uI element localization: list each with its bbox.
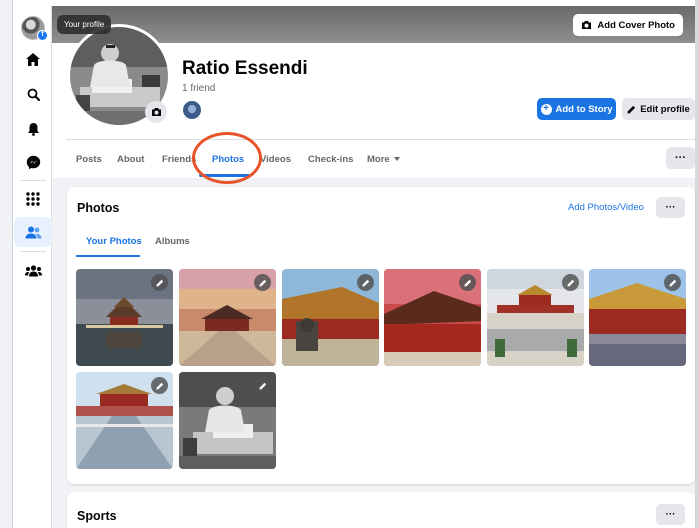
profile-tooltip: Your profile [57,15,112,34]
photo-item[interactable] [179,372,276,469]
tab-more-label: More [367,153,390,165]
facebook-badge-icon: f [37,30,48,41]
caret-down-icon [393,157,400,161]
edit-photo-button[interactable] [254,274,271,291]
photos-card: Photos Add Photos/Video ··· Your Photos … [67,187,695,484]
pencil-icon [155,279,163,287]
tab-check-ins[interactable]: Check-ins [308,140,353,178]
pencil-icon [627,105,636,113]
edit-photo-button[interactable] [151,377,168,394]
messenger-icon [26,155,40,169]
window-right-border [695,0,699,528]
friends-count[interactable]: 1 friend [182,83,215,94]
pencil-icon [258,382,266,390]
photo-item[interactable] [487,269,584,366]
profile-more-options-button[interactable]: ··· [666,147,695,169]
edit-photo-button[interactable] [254,377,271,394]
tab-videos[interactable]: Videos [260,140,291,178]
home-button[interactable] [14,44,52,74]
pencil-icon [463,279,471,287]
bell-icon [27,123,39,136]
pencil-icon [361,279,369,287]
photo-item[interactable] [589,269,686,366]
photos-card-title: Photos [77,201,120,215]
notifications-button[interactable] [14,114,52,144]
add-photos-video-link[interactable]: Add Photos/Video [568,202,644,213]
profile-avatar-button[interactable]: f [14,8,52,44]
menu-button[interactable] [14,184,52,214]
groups-icon [24,265,42,277]
add-cover-photo-label: Add Cover Photo [597,19,675,31]
add-cover-photo-button[interactable]: Add Cover Photo [573,14,683,36]
edit-profile-button[interactable]: Edit profile [622,98,695,120]
sports-card-title: Sports [77,509,117,523]
photo-item[interactable] [282,269,379,366]
photo-item[interactable] [179,269,276,366]
left-nav-rail: f [14,6,52,528]
pencil-icon [155,382,163,390]
tab-more[interactable]: More [367,140,400,178]
tab-about[interactable]: About [117,140,144,178]
photos-more-button[interactable]: ··· [656,197,685,218]
subtab-your-photos[interactable]: Your Photos [86,236,142,247]
photo-item[interactable] [76,372,173,469]
subtab-albums[interactable]: Albums [155,236,190,247]
plus-icon: + [540,103,552,115]
profile-tabs: Posts About Friends Photos Videos Check-… [66,140,695,178]
home-icon [26,52,40,66]
pencil-icon [566,279,574,287]
edit-photo-button[interactable] [562,274,579,291]
photo-item[interactable] [384,269,481,366]
tab-posts[interactable]: Posts [76,140,102,178]
friend-avatar[interactable] [182,100,202,120]
update-profile-picture-button[interactable] [145,101,167,123]
edit-profile-label: Edit profile [640,103,690,115]
friends-icon [25,226,41,238]
search-button[interactable] [14,79,52,109]
add-to-story-label: Add to Story [555,103,613,115]
groups-button[interactable] [14,256,52,286]
tab-friends[interactable]: Friends [162,140,196,178]
edit-photo-button[interactable] [151,274,168,291]
sports-card: Sports ··· [67,492,695,528]
friends-button[interactable] [14,217,52,247]
edit-photo-button[interactable] [357,274,374,291]
window-left-border [0,0,13,528]
edit-photo-button[interactable] [664,274,681,291]
active-tab-indicator [199,174,250,177]
camera-icon [582,21,592,29]
sports-more-button[interactable]: ··· [656,504,685,525]
search-icon [27,88,40,101]
grid-menu-icon [26,192,40,206]
profile-name: Ratio Essendi [182,58,308,79]
camera-icon [151,108,161,116]
messenger-button[interactable] [14,147,52,177]
edit-photo-button[interactable] [459,274,476,291]
pencil-icon [258,279,266,287]
rail-divider [20,180,46,181]
add-to-story-button[interactable]: + Add to Story [537,98,616,120]
pencil-icon [668,279,676,287]
tab-photos[interactable]: Photos [212,140,244,178]
subtab-indicator [76,255,140,257]
photo-item[interactable] [76,269,173,366]
rail-divider [20,251,46,252]
